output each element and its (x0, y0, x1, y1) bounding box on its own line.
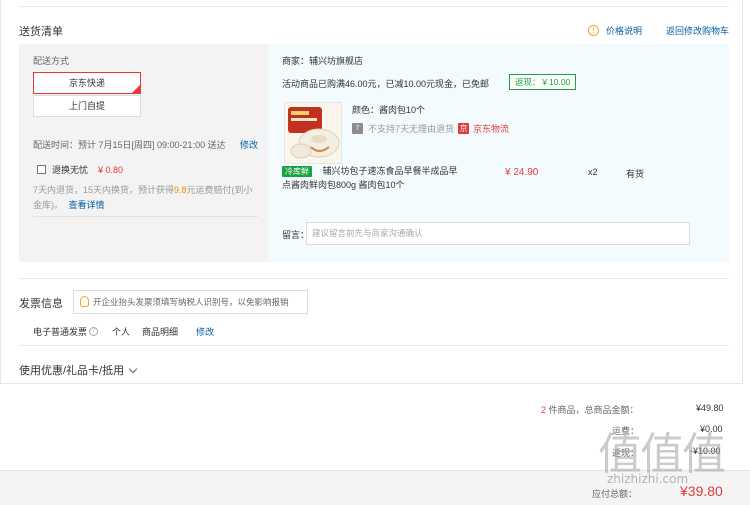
product-name-line2: 点酱肉鲜肉包800g 酱肉包10个 (282, 180, 405, 190)
product-name[interactable]: 冷库鲜 辅兴坊包子速冻食品早餐半成品早 点酱肉鲜肉包800g 酱肉包10个 (282, 164, 462, 192)
help-icon: ? (89, 327, 99, 336)
worry-free-price: ¥ 0.80 (98, 164, 124, 175)
worry-free-policy: 7天内退货，15天内换货，预计获得9.8元运费赔付(到小 金库)。 查看详情 (33, 183, 258, 213)
delivery-time-label: 配送时间： (33, 140, 79, 150)
shipping-option-pickup[interactable]: 上门自提 (33, 95, 141, 117)
invoice-person: 个人 (112, 327, 131, 337)
color-label: 颜色： (352, 105, 380, 115)
info-icon: ! (588, 25, 599, 36)
frame-right (742, 0, 743, 384)
coupon-toggle[interactable]: 使用优惠/礼品卡/抵用 (19, 362, 138, 378)
jd-logistics-text: 京东物流 (473, 124, 510, 134)
price-help-label: 价格说明 (606, 26, 643, 36)
merchant-name: 辅兴坊旗舰店 (309, 56, 364, 66)
item-count-suffix: 件商品，总商品金额： (548, 405, 639, 415)
frame-bottom (0, 383, 743, 384)
shipping-method-label: 配送方式 (33, 56, 70, 66)
invoice-detail: 商品明细 (142, 327, 179, 337)
note-input[interactable]: 建议留言前先与商家沟通确认 (306, 222, 690, 245)
shop-panel: 商家：辅兴坊旗舰店 活动商品已购满46.00元，已减10.00元现金，已免邮 返… (268, 44, 729, 262)
delivery-time-modify-link[interactable]: 修改 (240, 138, 258, 151)
summary-count: 2 件商品，总商品金额： (541, 403, 639, 416)
delivery-time-value: 预计 7月15日[周四] 09:00-21:00 送达 (78, 140, 226, 150)
invoice-tip-text: 开企业抬头发票须填写纳税人识别号，以免影响报销 (93, 297, 289, 307)
price-help-link[interactable]: ! 价格说明 (588, 24, 642, 37)
item-count: 2 (541, 405, 547, 415)
chevron-down-icon (128, 364, 138, 373)
jd-logistics-icon: 京 (458, 123, 470, 134)
product-qty: x2 (588, 167, 598, 177)
shipping-option-label: 上门自提 (68, 101, 105, 111)
no-return-text: 不支持7天无理由退货 (368, 124, 455, 134)
coupon-title: 使用优惠/礼品卡/抵用 (19, 365, 125, 377)
watermark-url: zhizhizhi.com (607, 472, 689, 486)
policy-text: 7天内退货，15天内换货，预计获得 (33, 185, 175, 195)
selected-corner-icon (132, 85, 140, 93)
invoice-tip: 开企业抬头发票须填写纳税人识别号，以免影响报销 (73, 290, 308, 314)
lightbulb-icon (80, 296, 89, 307)
color-value: 酱肉包10个 (379, 105, 426, 115)
invoice-divider (19, 278, 729, 279)
product-name-line1: 辅兴坊包子速冻食品早餐半成品早 (322, 166, 458, 176)
product-image[interactable] (284, 102, 342, 164)
panel-divider (33, 216, 258, 217)
product-price: ¥ 24.90 (505, 167, 539, 178)
shipping-option-label: 京东快递 (68, 78, 105, 88)
promo-text: 活动商品已购满46.00元，已减10.00元现金，已免邮 (282, 79, 490, 89)
note-placeholder: 建议留言前先与商家沟通确认 (312, 228, 423, 238)
delivery-time: 配送时间：预计 7月15日[周四] 09:00-21:00 送达 (33, 138, 226, 151)
worry-free-label: 退换无忧 (52, 165, 89, 175)
top-divider (19, 6, 729, 7)
merchant: 商家：辅兴坊旗舰店 (282, 54, 363, 67)
invoice-modify-link[interactable]: 修改 (196, 325, 214, 338)
worry-free-row: 退换无忧 ¥ 0.80 (37, 163, 123, 176)
invoice-type: 电子普通发票 (33, 327, 88, 337)
coupon-divider (19, 345, 729, 346)
shipping-panel: 配送方式 京东快递 上门自提 配送时间：预计 7月15日[周四] 09:00-2… (19, 44, 268, 262)
invoice-title: 发票信息 (19, 298, 63, 310)
product-photo-icon (285, 103, 341, 163)
invoice-info-row: 电子普通发票 ? 个人 商品明细 修改 (33, 325, 214, 338)
service-row: 7 不支持7天无理由退货 京 京东物流 (352, 122, 509, 135)
shipping-option-jd-express[interactable]: 京东快递 (33, 72, 141, 94)
view-details-link[interactable]: 查看详情 (69, 200, 105, 210)
product-color: 颜色：酱肉包10个 (352, 103, 425, 116)
note-label: 留言： (282, 230, 310, 240)
policy-text: 元运费赔付(到小 (186, 185, 253, 195)
policy-text: 金库)。 (33, 200, 63, 210)
delivery-section-title: 送货清单 (19, 26, 63, 38)
merchant-label: 商家： (282, 56, 310, 66)
fresh-tag: 冷库鲜 (282, 166, 312, 177)
payable-label: 应付总额： (592, 489, 638, 499)
cashback-badge: 返现：￥10.00 (509, 74, 577, 90)
no-7day-return-icon: 7 (352, 123, 363, 134)
summary-total: ¥49.80 (696, 403, 724, 413)
frame-left (0, 0, 1, 384)
policy-highlight: 9.8 (174, 185, 187, 195)
product-stock: 有货 (626, 169, 645, 179)
back-to-cart-link[interactable]: 返回修改购物车 (666, 24, 729, 37)
worry-free-checkbox[interactable] (37, 165, 46, 174)
